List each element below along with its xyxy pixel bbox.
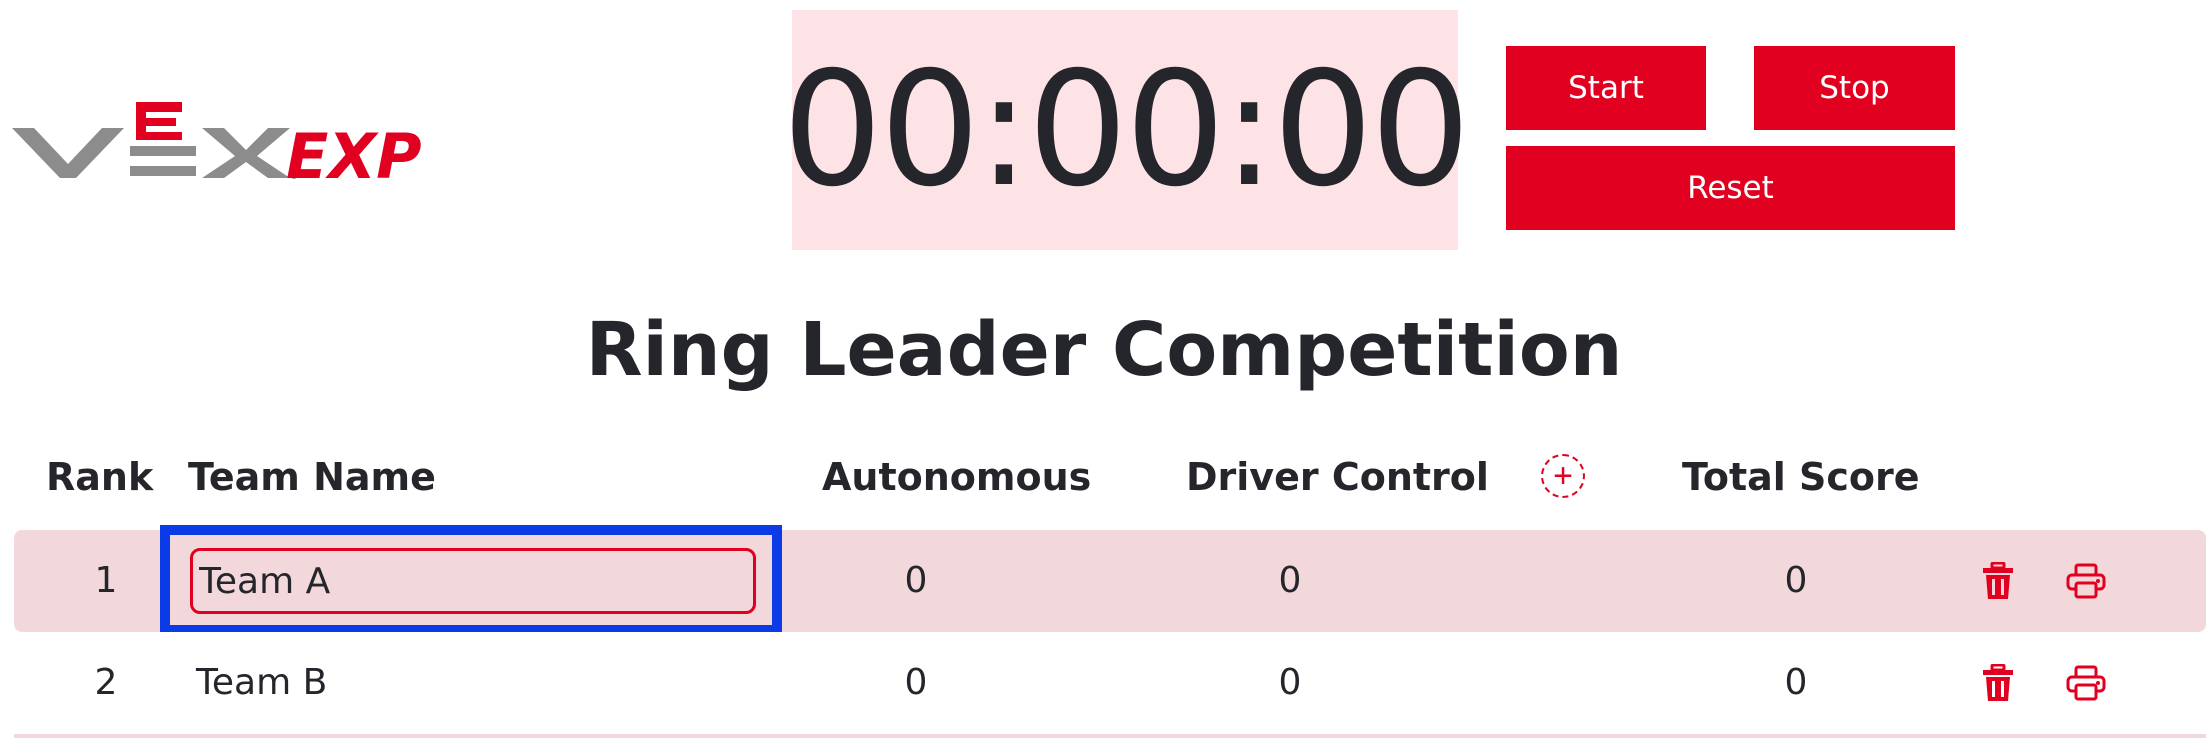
print-icon (2066, 563, 2106, 599)
autonomous-cell[interactable]: 0 (876, 530, 956, 632)
rank-cell: 1 (94, 560, 118, 601)
stop-button[interactable]: Stop (1754, 46, 1955, 130)
page-title: Ring Leader Competition (585, 307, 1623, 393)
vex-exp-logo-graphic: EXP (12, 102, 422, 193)
total-score-cell: 0 (1784, 560, 1808, 601)
vex-exp-logo: EXP (12, 92, 482, 193)
trash-icon (1983, 562, 2013, 599)
header-team-name: Team Name (188, 455, 436, 499)
table-row: 1 0 0 0 (14, 530, 2206, 632)
driver-control-cell[interactable]: 0 (1250, 530, 1330, 632)
svg-text:EXP: EXP (286, 120, 422, 186)
team-name-cell[interactable]: Team B (196, 632, 327, 734)
trash-icon (1983, 664, 2013, 701)
print-team-button[interactable] (2066, 561, 2106, 601)
rank-cell: 2 (94, 662, 118, 703)
header-driver-control: Driver Control (1186, 455, 1489, 499)
team-name-input[interactable] (190, 548, 756, 614)
autonomous-cell[interactable]: 0 (876, 632, 956, 734)
match-timer: 00:00:00 (782, 10, 1471, 250)
header-rank: Rank (46, 455, 154, 499)
delete-team-button[interactable] (1978, 663, 2018, 703)
timer-display: 00:00:00 (782, 38, 1471, 222)
total-score-cell: 0 (1784, 662, 1808, 703)
start-button[interactable]: Start (1506, 46, 1706, 130)
print-icon (2066, 665, 2106, 701)
table-bottom-divider (14, 734, 2206, 738)
plus-circle-icon: + (1553, 457, 1573, 495)
header-total-score: Total Score (1682, 455, 1920, 499)
table-row: 2 Team B 0 0 0 (14, 632, 2206, 734)
add-column-button[interactable]: + (1541, 454, 1585, 498)
delete-team-button[interactable] (1978, 561, 2018, 601)
print-team-button[interactable] (2066, 663, 2106, 703)
reset-button[interactable]: Reset (1506, 146, 1955, 230)
header-autonomous: Autonomous (822, 455, 1092, 499)
driver-control-cell[interactable]: 0 (1250, 632, 1330, 734)
